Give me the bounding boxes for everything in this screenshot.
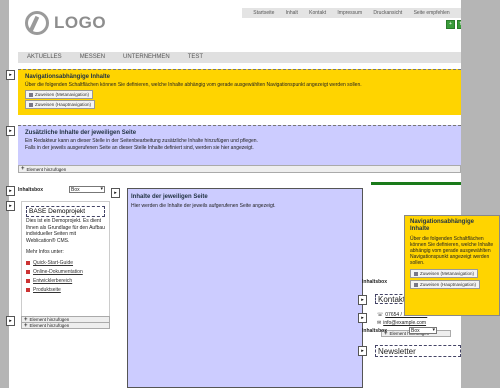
left-box-heading[interactable]: BASE Demoprojekt [26,206,105,217]
add-icon[interactable]: + [446,20,455,29]
extra-content-panel: Zusätzliche Inhalte der jeweiligen Seite… [18,125,461,165]
right-box2-heading[interactable]: Newsletter [375,345,461,357]
phone-icon: ☏ [377,312,384,318]
extra-panel-title: Zusätzliche Inhalte der jeweiligen Seite [25,130,137,136]
assign-icon [29,92,33,97]
assign-haupt-button[interactable]: Zuweisen (Hauptnavigation) [25,100,96,109]
plus-icon: + [21,166,25,172]
right-box2-handle[interactable]: ▸ [358,346,367,356]
tab-messen[interactable]: MESSEN [71,52,114,63]
plus-icon: + [24,316,28,323]
box-label: Inhaltsbox [362,279,388,285]
nav-panel-text: Über die folgenden Schaltflächen können … [25,82,362,88]
sort-icon[interactable]: ⇅ [457,20,461,29]
link-quick-start[interactable]: Quick-Start-Guide [26,260,109,266]
assign-icon [414,282,418,287]
link-icon [26,261,30,265]
tab-unternehmen[interactable]: UNTERNEHMEN [114,52,179,63]
assign-meta-button[interactable]: Zuweisen (Metanavigation) [25,90,94,99]
meta-nav-seite-empfehlen[interactable]: Seite empfehlen [414,10,450,16]
left-content-box: BASE Demoprojekt Dies ist ein Demoprojek… [21,201,110,321]
tab-test[interactable]: TEST [179,52,212,63]
left-box-inner-handle[interactable]: ▸ [6,201,15,211]
link-icon [26,279,30,283]
nav-dependent-panel: Navigationsabhängige Inhalte Über die fo… [18,69,461,115]
link-online-doku[interactable]: Online-Dokumentation [26,269,109,275]
logo-text: LOGO [54,13,107,32]
popup-text: Über die folgenden Schaltflächen können … [410,236,494,266]
popup-title: Navigationsabhängige Inhalte [410,219,475,232]
box-label: Inhaltsbox [18,186,44,193]
logo-icon [25,11,49,35]
right-box2-header: Inhaltsbox Box [362,327,438,334]
add-element-bar[interactable]: + Element hinzufügen [18,165,461,173]
assign-icon [414,271,418,276]
left-box-handle[interactable]: ▸ [6,186,15,196]
meta-navigation: Startseite Inhalt Kontakt Impressum Druc… [242,8,461,18]
mail-icon: ✉ [377,320,382,326]
right-box1-header: Inhaltsbox [362,279,387,285]
meta-nav-druckansicht[interactable]: Druckansicht [373,10,402,16]
meta-nav-kontakt[interactable]: Kontakt [309,10,326,16]
extra-panel-handle[interactable]: ▸ [6,126,15,136]
left-add-element-inner[interactable]: + Element hinzufügen [21,322,110,329]
contact-email[interactable]: ✉ info@example.com [377,320,426,326]
main-text: Hier werden die Inhalte der jeweils aufg… [131,203,276,209]
main-title: Inhalte der jeweiligen Seite [131,194,208,200]
main-content-area: Inhalte der jeweiligen Seite Hier werden… [127,188,363,388]
edit-icons: + ⇅ [446,20,461,29]
extra-panel-line1: Ein Redakteur kann an dieser Stelle in d… [25,138,258,144]
link-produktseite[interactable]: Produktseite [26,287,109,293]
plus-icon: + [24,322,28,329]
popup-assign-meta-button[interactable]: Zuweisen (Metanavigation) [410,269,479,278]
box-label: Inhaltsbox [362,327,388,334]
link-entwickler[interactable]: Entwicklerbereich [26,278,109,284]
left-box-more: Mehr Infos unter: [26,249,64,255]
right-box1-inner-handle[interactable]: ▸ [358,313,367,323]
page: LOGO Startseite Inhalt Kontakt Impressum… [9,0,461,388]
extra-panel-line2: Falls in der jeweils ausgerufenen Seite … [25,145,254,151]
logo[interactable]: LOGO [25,9,106,37]
green-divider [371,182,461,185]
tab-aktuelles[interactable]: AKTUELLES [18,52,71,63]
meta-nav-impressum[interactable]: Impressum [337,10,362,16]
link-icon [26,270,30,274]
left-box-text: Dies ist ein Demoprojekt. Es dient Ihnen… [26,218,105,244]
left-box-header: Inhaltsbox Box [18,186,106,193]
meta-nav-startseite[interactable]: Startseite [253,10,274,16]
nav-panel-title: Navigationsabhängige Inhalte [25,74,111,80]
popup-assign-haupt-button[interactable]: Zuweisen (Hauptnavigation) [410,280,481,289]
nav-panel-handle[interactable]: ▸ [6,70,15,80]
nav-dependent-popup: Navigationsabhängige Inhalte Über die fo… [404,215,500,316]
assign-icon [29,102,33,107]
left-add-handle[interactable]: ▸ [6,316,15,326]
link-icon [26,288,30,292]
box-type-select[interactable]: Box [409,327,438,334]
main-content-handle[interactable]: ▸ [111,188,120,198]
main-navigation: AKTUELLES MESSEN UNTERNEHMEN TEST [18,52,461,63]
left-add-element-outer[interactable]: + Element hinzufügen [21,316,110,323]
meta-nav-inhalt[interactable]: Inhalt [286,10,298,16]
box-type-select[interactable]: Box [69,186,106,193]
right-box1-handle[interactable]: ▸ [358,295,367,305]
